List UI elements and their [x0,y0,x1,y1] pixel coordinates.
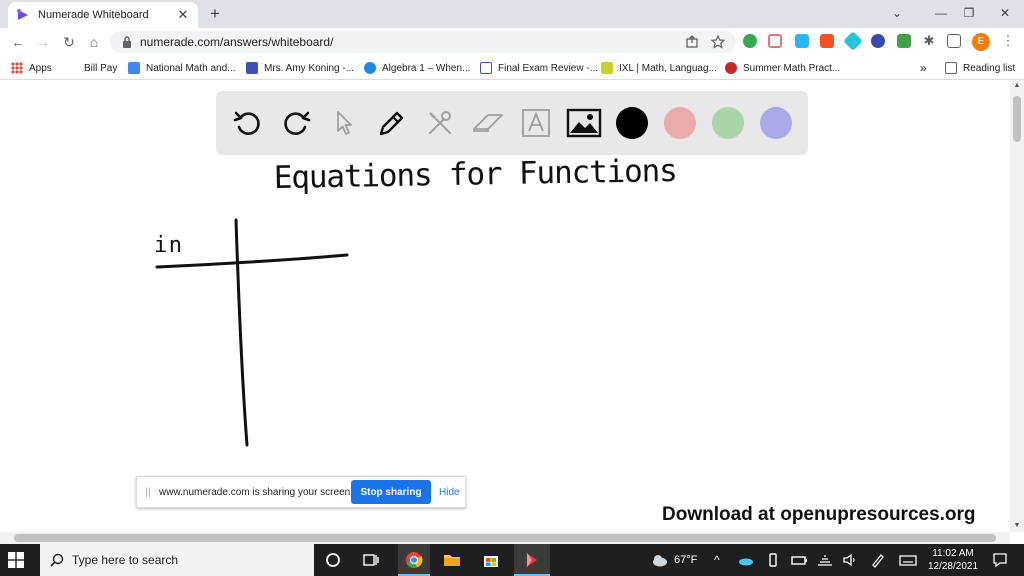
stop-sharing-button[interactable]: Stop sharing [351,480,431,504]
bookmark-algebra-1[interactable]: Algebra 1 – When... [364,61,470,75]
battery-icon[interactable] [789,550,809,570]
chrome-icon [406,552,423,569]
new-tab-button[interactable]: + [206,5,224,23]
keyboard-icon[interactable] [898,550,918,570]
vertical-scroll-thumb[interactable] [1013,96,1021,142]
notification-center-icon[interactable] [990,550,1010,570]
taskbar-numerade-button[interactable] [514,544,550,576]
extension-bookmark-icon[interactable] [820,34,834,48]
clock-time: 11:02 AM [932,548,974,559]
bookmark-mrs-amy-koning[interactable]: Mrs. Amy Koning -... [246,61,354,75]
network-icon[interactable] [815,550,835,570]
bookmark-summer-math[interactable]: Summer Math Pract... [725,61,840,75]
bookmarks-overflow-button[interactable]: » [920,61,927,75]
menu-kebab-icon[interactable]: ⋮ [1001,34,1015,48]
taskbar-search-box[interactable]: Type here to search [40,544,314,576]
home-button[interactable]: ⌂ [84,32,104,52]
file-explorer-icon[interactable] [442,550,462,570]
bookmark-bill-pay[interactable]: Bill Pay [84,61,117,75]
bookmark-final-exam-review[interactable]: Final Exam Review -... [480,61,598,75]
tab-close-icon[interactable]: ✕ [176,8,190,22]
national-math-icon [128,62,140,74]
handwritten-in-label: in [154,233,182,258]
url-text: numerade.com/answers/whiteboard/ [140,35,334,49]
handwritten-title: Equations for Functions [274,153,679,196]
bookmark-ixl[interactable]: IXL | Math, Languag... [601,61,717,75]
microsoft-store-icon[interactable] [481,550,501,570]
cortana-icon[interactable] [323,550,343,570]
hide-button[interactable]: Hide [439,487,460,498]
vertical-scrollbar[interactable]: ▲ ▼ [1010,80,1024,532]
wordpress-icon [364,62,376,74]
forward-button[interactable]: → [33,32,53,52]
volume-icon[interactable] [840,550,860,570]
clock-date: 12/28/2021 [927,561,979,572]
restore-button[interactable]: ❐ [957,3,981,23]
weather-temperature[interactable]: 67°F [674,544,697,576]
tab-search-icon[interactable]: ⌄ [885,3,909,23]
cast-icon[interactable] [947,34,961,48]
weather-cloud-icon[interactable] [650,550,670,570]
tab-strip: Numerade Whiteboard ✕ + ⌄ — ❐ ✕ [0,0,1024,28]
extension-plus-icon[interactable] [743,34,757,48]
whiteboard-canvas[interactable]: Equations for Functions in [0,80,1010,532]
scroll-up-icon[interactable]: ▲ [1010,80,1024,92]
numerade-favicon-icon [17,9,28,20]
forms-icon [480,62,492,74]
bookmark-apps[interactable]: Apps [11,61,52,75]
drag-handle-icon[interactable]: || [141,487,155,498]
share-icon[interactable] [684,34,700,50]
taskbar-search-placeholder: Type here to search [72,553,179,567]
table-vertical-line [234,218,249,447]
minimize-button[interactable]: — [929,3,953,23]
summer-math-icon [725,62,737,74]
horizontal-scroll-thumb[interactable] [14,534,996,542]
address-bar[interactable]: numerade.com/answers/whiteboard/ [110,31,736,53]
extension-screen-icon[interactable] [795,34,809,48]
bookmark-star-icon[interactable] [710,34,726,50]
classroom-icon [246,62,258,74]
search-icon [50,553,64,567]
bookmark-national-math[interactable]: National Math and... [128,61,236,75]
taskbar-clock[interactable]: 11:02 AM 12/28/2021 [922,547,984,573]
pen-workspace-icon[interactable] [868,550,888,570]
screen-share-bar: || www.numerade.com is sharing your scre… [136,476,466,508]
windows-taskbar: Type here to search 67°F ^ 11:02 AM 12/2… [0,544,1024,576]
table-horizontal-line [155,253,349,269]
task-view-icon[interactable] [361,550,381,570]
reload-button[interactable]: ↻ [59,32,79,52]
tab-title: Numerade Whiteboard [38,9,149,21]
ixl-icon [601,62,613,74]
back-button[interactable]: ← [8,32,28,52]
reading-list-icon [945,62,957,74]
tab-numerade-whiteboard[interactable]: Numerade Whiteboard ✕ [8,2,198,28]
extension-k-icon[interactable] [871,34,885,48]
onedrive-icon[interactable] [736,550,756,570]
lock-icon [123,36,131,48]
extension-check-icon[interactable] [897,34,911,48]
scroll-down-icon[interactable]: ▼ [1010,520,1024,532]
reading-list-button[interactable]: Reading list [945,61,1015,75]
windows-start-icon[interactable] [8,552,24,568]
bookmarks-bar: Apps Bill Pay National Math and... Mrs. … [0,56,1024,80]
show-hidden-icons-icon[interactable]: ^ [714,544,720,576]
whiteboard-page: Equations for Functions in || www.numera… [0,80,1010,532]
extensions-puzzle-icon[interactable]: ✱ [922,34,936,48]
usb-icon[interactable] [763,550,783,570]
close-window-button[interactable]: ✕ [993,3,1017,23]
apps-grid-icon [11,62,23,74]
share-message: www.numerade.com is sharing your screen. [159,486,353,498]
taskbar-chrome-button[interactable] [398,544,430,576]
numerade-app-icon [527,553,537,567]
horizontal-scrollbar[interactable] [0,532,1010,544]
profile-avatar[interactable]: E [972,33,990,51]
watermark-text: Download at openupresources.org [662,504,976,525]
extension-arrow-icon[interactable] [768,34,782,48]
